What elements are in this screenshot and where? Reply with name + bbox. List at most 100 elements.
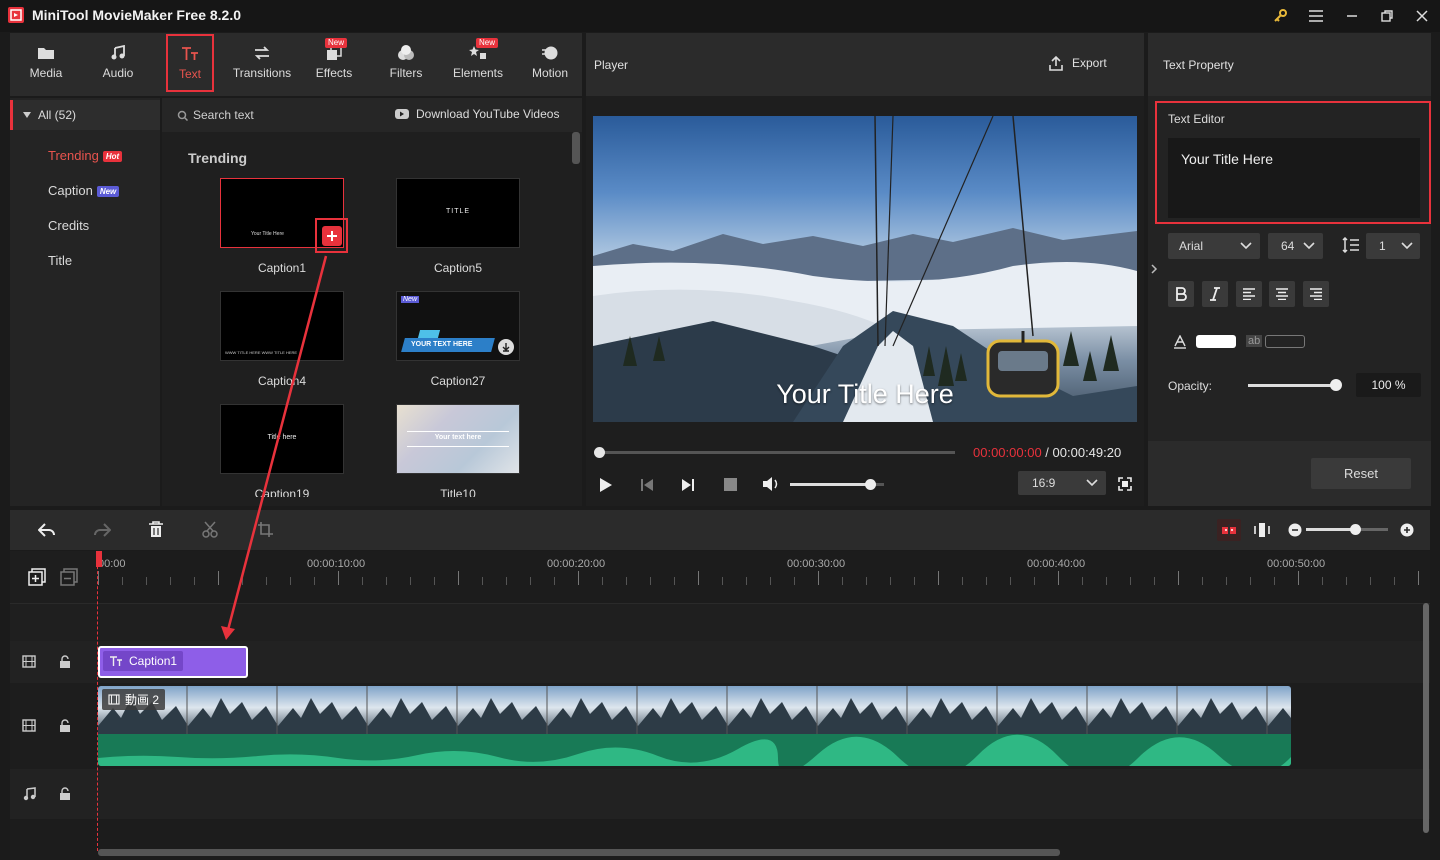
player-header: Player Export xyxy=(586,33,1144,96)
clip-label: 動画 2 xyxy=(102,689,166,710)
tab-audio[interactable]: Audio xyxy=(88,35,148,91)
zoom-track[interactable] xyxy=(1306,528,1388,531)
play-icon[interactable] xyxy=(599,477,613,493)
download-youtube-link[interactable]: Download YouTube Videos xyxy=(416,107,559,121)
category-all[interactable]: All (52) xyxy=(10,100,160,130)
video-preview[interactable]: Your Title Here xyxy=(593,116,1137,422)
zoom-handle[interactable] xyxy=(1350,524,1362,535)
key-icon[interactable] xyxy=(1270,6,1290,26)
redo-icon[interactable] xyxy=(93,522,111,538)
next-frame-icon[interactable] xyxy=(681,477,695,493)
reset-button[interactable]: Reset xyxy=(1311,458,1411,489)
maximize-icon[interactable] xyxy=(1377,6,1397,26)
align-left-icon xyxy=(1243,288,1255,300)
export-icon xyxy=(1049,55,1063,71)
tab-elements[interactable]: New Elements xyxy=(448,35,508,91)
zoom-out-icon[interactable] xyxy=(1288,523,1302,537)
fullscreen-icon[interactable] xyxy=(1118,477,1132,491)
empty-track xyxy=(10,603,1430,641)
text-track: Caption1 xyxy=(10,641,1430,683)
stop-icon[interactable] xyxy=(724,478,737,491)
text-item-caption5[interactable]: TITLE xyxy=(396,178,520,248)
crop-icon[interactable] xyxy=(257,521,273,538)
chevron-down-icon xyxy=(1401,242,1413,250)
lock-icon[interactable] xyxy=(59,655,71,668)
timeline-horizontal-scrollbar[interactable] xyxy=(98,849,1060,856)
tab-effects[interactable]: New Effects xyxy=(304,35,364,91)
tab-media[interactable]: Media xyxy=(16,35,76,91)
undo-icon[interactable] xyxy=(38,522,56,538)
ruler-tick xyxy=(1346,577,1347,585)
text-item-caption19[interactable]: Title here xyxy=(220,404,344,474)
aspect-ratio-select[interactable]: 16:9 xyxy=(1018,471,1106,495)
thumb-preview-text: Your text here xyxy=(434,434,482,441)
lock-icon[interactable] xyxy=(59,719,71,732)
bold-button[interactable] xyxy=(1168,281,1194,307)
font-size-select[interactable]: 64 xyxy=(1268,233,1323,259)
time-ruler[interactable]: 00:00 00:00:10:00 00:00:20:00 00:00:30:0… xyxy=(98,551,1430,603)
progress-handle[interactable] xyxy=(594,447,605,458)
tab-filters[interactable]: Filters xyxy=(376,35,436,91)
lock-icon[interactable] xyxy=(59,787,71,800)
add-to-timeline-button[interactable] xyxy=(315,218,348,253)
tab-text[interactable]: Text xyxy=(166,34,214,92)
ruler-tick xyxy=(1370,577,1371,585)
ruler-label: 00:00:20:00 xyxy=(547,558,606,570)
library-scrollbar[interactable] xyxy=(572,132,580,164)
category-credits[interactable]: Credits xyxy=(48,218,89,233)
align-right-icon xyxy=(1310,288,1322,300)
snap-button[interactable] xyxy=(1217,519,1241,541)
text-item-title10[interactable]: Your text here xyxy=(396,404,520,474)
text-editor-label: Text Editor xyxy=(1168,112,1225,126)
category-caption[interactable]: Caption New xyxy=(48,183,120,198)
text-color-swatch[interactable] xyxy=(1196,335,1236,348)
menu-icon[interactable] xyxy=(1306,6,1326,26)
line-spacing-select[interactable]: 1 xyxy=(1366,233,1420,259)
italic-button[interactable] xyxy=(1202,281,1228,307)
tab-transitions[interactable]: Transitions xyxy=(232,35,292,91)
text-clip-caption1[interactable]: Caption1 xyxy=(98,646,248,678)
video-clip[interactable]: 動画 2 xyxy=(98,686,1291,766)
previous-frame-icon[interactable] xyxy=(640,477,654,493)
text-icon xyxy=(110,656,122,666)
split-icon[interactable] xyxy=(202,521,218,538)
text-item-caption4[interactable]: WWW TITLE HERE WWW TITLE HERE xyxy=(220,291,344,361)
align-center-button[interactable] xyxy=(1269,281,1295,307)
playhead-handle[interactable] xyxy=(96,551,102,567)
background-color-swatch[interactable] xyxy=(1265,335,1305,348)
fit-timeline-icon[interactable] xyxy=(1254,522,1270,538)
minimize-icon[interactable] xyxy=(1342,6,1362,26)
volume-handle[interactable] xyxy=(864,479,876,490)
waveform-shape xyxy=(98,734,1291,766)
video-overlay-title[interactable]: Your Title Here xyxy=(593,379,1137,410)
ruler-tick xyxy=(1058,571,1059,585)
search-input[interactable]: Search text xyxy=(193,108,254,122)
app-title: MiniTool MovieMaker Free 8.2.0 xyxy=(32,7,242,23)
hot-badge: Hot xyxy=(102,151,123,163)
align-right-button[interactable] xyxy=(1303,281,1329,307)
category-title[interactable]: Title xyxy=(48,253,72,268)
volume-icon[interactable] xyxy=(762,476,780,492)
delete-icon[interactable] xyxy=(148,521,164,538)
text-item-caption27[interactable]: New YOUR TEXT HERE xyxy=(396,291,520,361)
align-left-button[interactable] xyxy=(1236,281,1262,307)
ruler-tick xyxy=(650,577,651,585)
text-editor-input[interactable]: Your Title Here xyxy=(1168,138,1420,218)
export-button[interactable]: Export xyxy=(1048,55,1107,71)
ruler-tick xyxy=(1298,571,1299,585)
opacity-input[interactable]: 100 % xyxy=(1356,373,1421,397)
download-icon[interactable] xyxy=(498,339,514,355)
opacity-handle[interactable] xyxy=(1330,379,1342,391)
zoom-in-icon[interactable] xyxy=(1400,523,1414,537)
close-icon[interactable] xyxy=(1412,6,1432,26)
timeline-vertical-scrollbar[interactable] xyxy=(1423,603,1429,833)
tab-motion[interactable]: Motion xyxy=(520,35,580,91)
add-track-icon[interactable] xyxy=(28,568,46,586)
clip-name: 動画 2 xyxy=(125,693,160,707)
opacity-track[interactable] xyxy=(1248,384,1336,387)
collapse-chevron-icon[interactable] xyxy=(1150,263,1158,275)
font-family-select[interactable]: Arial xyxy=(1168,233,1260,259)
remove-track-icon[interactable] xyxy=(60,568,78,586)
progress-track[interactable] xyxy=(599,451,955,454)
category-trending[interactable]: Trending Hot xyxy=(48,148,123,163)
